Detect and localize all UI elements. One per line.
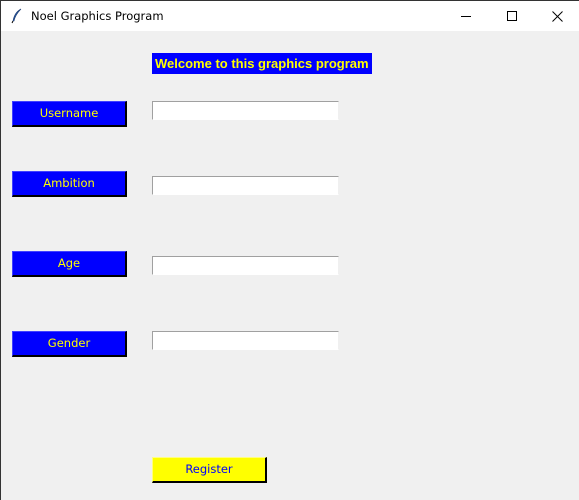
username-input[interactable] [152, 101, 339, 120]
age-input[interactable] [152, 256, 339, 275]
window-title: Noel Graphics Program [31, 9, 164, 23]
close-button[interactable] [534, 1, 579, 31]
gender-input[interactable] [152, 331, 339, 350]
title-bar[interactable]: Noel Graphics Program [1, 1, 579, 31]
ambition-input[interactable] [152, 176, 339, 195]
gender-label: Gender [12, 331, 127, 357]
close-icon [551, 10, 563, 22]
app-window: Noel Graphics Program Welcome to this gr… [0, 0, 579, 500]
maximize-icon [507, 11, 517, 21]
welcome-label: Welcome to this graphics program [152, 53, 372, 74]
minimize-button[interactable] [443, 1, 489, 31]
maximize-button[interactable] [489, 1, 535, 31]
ambition-label: Ambition [12, 171, 127, 197]
register-button[interactable]: Register [152, 457, 267, 483]
minimize-icon [461, 16, 471, 17]
username-label: Username [12, 101, 127, 127]
age-label: Age [12, 251, 127, 277]
feather-icon [11, 8, 22, 24]
